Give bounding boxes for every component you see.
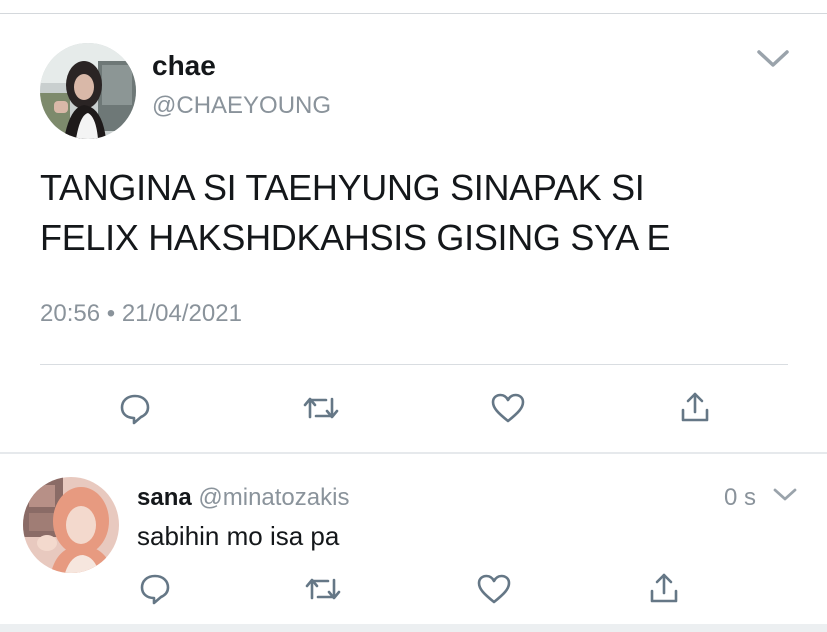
top-border bbox=[0, 13, 827, 14]
avatar-sana[interactable] bbox=[23, 477, 119, 573]
tweet-date: 21/04/2021 bbox=[121, 300, 242, 327]
tweet-text-line-2: FELIX HAKSHDKAHSIS GISING SYA E bbox=[40, 217, 671, 258]
reply-chevron-down-icon[interactable] bbox=[772, 486, 798, 504]
tweet-time: 20:56 bbox=[40, 300, 101, 327]
reply-time: 0 s bbox=[724, 484, 757, 511]
comment-bubble-icon[interactable] bbox=[118, 392, 152, 426]
reply-display-name[interactable]: sana bbox=[137, 484, 192, 511]
reply-header: sana @minatozakis bbox=[137, 484, 349, 512]
reply-retweet-icon[interactable] bbox=[304, 574, 342, 604]
avatar-chae[interactable] bbox=[40, 43, 136, 139]
bottom-edge bbox=[0, 624, 827, 632]
share-upload-icon[interactable] bbox=[679, 390, 711, 424]
tweet-timestamp[interactable]: 20:56 • 21/04/2021 bbox=[40, 300, 242, 328]
reply-handle[interactable]: @minatozakis bbox=[198, 484, 349, 511]
tweet-divider bbox=[40, 364, 788, 365]
heart-icon[interactable] bbox=[490, 392, 526, 424]
tweet-display-name[interactable]: chae bbox=[152, 50, 216, 82]
reply-share-upload-icon[interactable] bbox=[648, 571, 680, 605]
tweet-text-line-1: TANGINA SI TAEHYUNG SINAPAK SI bbox=[40, 167, 645, 208]
reply-comment-bubble-icon[interactable] bbox=[138, 572, 172, 606]
tweet-text: TANGINA SI TAEHYUNG SINAPAK SI FELIX HAK… bbox=[40, 163, 760, 263]
retweet-icon[interactable] bbox=[302, 393, 340, 423]
meta-separator: • bbox=[106, 300, 116, 327]
chevron-down-icon[interactable] bbox=[756, 48, 790, 70]
reply-text: sabihin mo isa pa bbox=[137, 521, 340, 551]
tweet-handle[interactable]: @CHAEYOUNG bbox=[152, 92, 331, 120]
reply-heart-icon[interactable] bbox=[476, 573, 512, 605]
tweet-separator bbox=[0, 452, 827, 454]
